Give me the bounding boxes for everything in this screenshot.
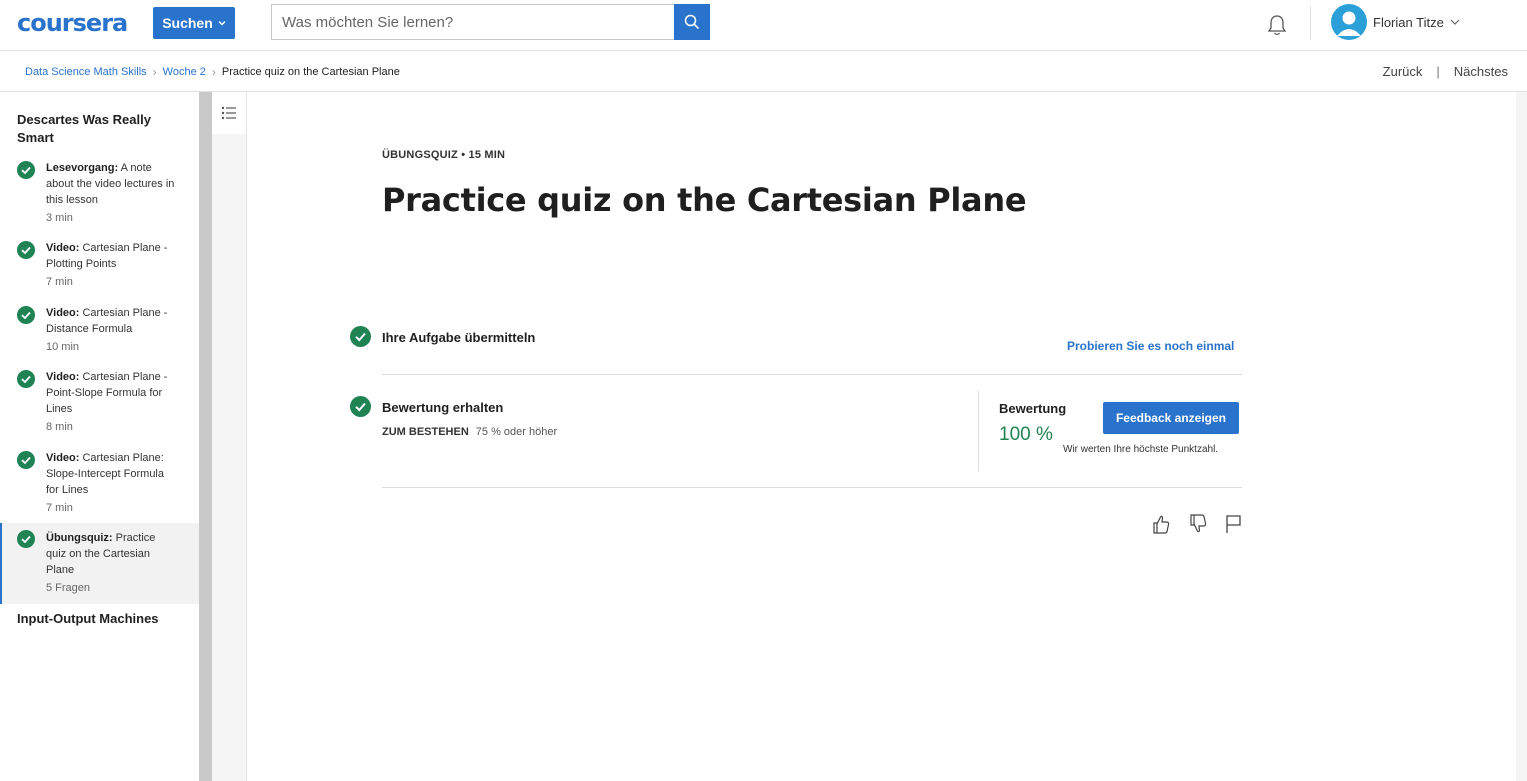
sidebar-item-text: Video: Cartesian Plane: Slope-Intercept …	[46, 450, 176, 516]
item-duration: 7 min	[46, 276, 73, 288]
item-duration: 10 min	[46, 341, 80, 353]
page-title: Practice quiz on the Cartesian Plane	[382, 181, 1027, 219]
user-menu[interactable]: Florian Titze	[1331, 4, 1460, 40]
sidebar-item[interactable]: Lesevorgang: A note about the video lect…	[0, 160, 199, 224]
divider	[382, 374, 1242, 375]
completed-check-icon	[17, 306, 35, 324]
pass-value: 75 % oder höher	[475, 426, 558, 438]
sidebar-item-text: Video: Cartesian Plane - Plotting Points…	[46, 240, 176, 290]
lesson-sidebar: Descartes Was Really Smart Lesevorgang: …	[0, 92, 199, 781]
list-icon	[221, 106, 236, 120]
item-duration: 3 min	[46, 212, 73, 224]
browse-button-label: Suchen	[162, 15, 213, 31]
flag-icon[interactable]	[1224, 513, 1244, 535]
sidebar-item[interactable]: Video: Cartesian Plane: Slope-Intercept …	[0, 450, 199, 514]
search-submit-button[interactable]	[674, 4, 710, 40]
completed-check-icon	[350, 396, 371, 417]
top-header: coursera Suchen Florian Titze	[0, 0, 1527, 51]
breadcrumb: Data Science Math Skills › Woche 2 › Pra…	[25, 65, 400, 79]
pass-label: ZUM BESTEHEN	[382, 426, 469, 438]
chevron-down-icon	[1450, 19, 1460, 25]
previous-item-link[interactable]: Zurück	[1383, 64, 1423, 79]
sidebar-item[interactable]: Video: Cartesian Plane - Distance Formul…	[0, 305, 199, 353]
divider	[382, 487, 1242, 488]
item-type: Lesevorgang:	[46, 162, 119, 174]
breadcrumb-course-link[interactable]: Data Science Math Skills	[25, 66, 147, 78]
chevron-right-icon: ›	[152, 65, 157, 79]
toggle-outline-button[interactable]	[212, 92, 246, 134]
item-type: Übungsquiz:	[46, 532, 113, 544]
notification-bell-icon[interactable]	[1264, 12, 1290, 38]
passing-requirement: ZUM BESTEHEN 75 % oder höher	[382, 426, 557, 438]
item-navigation: Zurück | Nächstes	[1383, 64, 1508, 79]
right-scroll-track	[1516, 92, 1527, 781]
submit-step-title: Ihre Aufgabe übermitteln	[382, 330, 536, 345]
coursera-logo[interactable]: coursera	[17, 9, 128, 37]
sidebar-resize-handle[interactable]	[199, 92, 212, 781]
next-lesson-title[interactable]: Input-Output Machines	[17, 610, 187, 628]
sidebar-item[interactable]: Video: Cartesian Plane - Point-Slope For…	[0, 369, 199, 433]
item-type: Video:	[46, 307, 80, 319]
item-type: Video:	[46, 371, 80, 383]
breadcrumb-current: Practice quiz on the Cartesian Plane	[221, 66, 400, 78]
user-name: Florian Titze	[1373, 14, 1444, 30]
header-divider	[1310, 6, 1311, 40]
grade-step-title: Bewertung erhalten	[382, 400, 504, 415]
grade-label: Bewertung	[999, 401, 1067, 416]
browse-dropdown-button[interactable]: Suchen	[153, 7, 235, 39]
sidebar-item-text: Video: Cartesian Plane - Distance Formul…	[46, 305, 176, 355]
item-duration: 7 min	[46, 502, 73, 514]
sidebar-item-text: Lesevorgang: A note about the video lect…	[46, 160, 176, 226]
item-eyebrow: ÜBUNGSQUIZ • 15 MIN	[382, 149, 506, 161]
thumbs-up-icon[interactable]	[1151, 513, 1171, 535]
search-input[interactable]	[271, 4, 674, 40]
avatar	[1331, 4, 1367, 40]
completed-check-icon	[350, 326, 371, 347]
sidebar-item-text: Video: Cartesian Plane - Point-Slope For…	[46, 369, 176, 435]
user-icon	[1337, 11, 1361, 36]
sidebar-item-text: Übungsquiz: Practice quiz on the Cartesi…	[46, 530, 176, 596]
next-item-link[interactable]: Nächstes	[1454, 64, 1508, 79]
search-icon	[684, 14, 700, 30]
completed-check-icon	[17, 370, 35, 388]
toolstrip	[212, 92, 247, 781]
item-type: Video:	[46, 242, 80, 254]
item-type: Video:	[46, 452, 80, 464]
item-duration: 5 Fragen	[46, 582, 91, 594]
retry-link[interactable]: Probieren Sie es noch einmal	[1067, 339, 1234, 353]
breadcrumb-week-link[interactable]: Woche 2	[163, 66, 206, 78]
grade-note: Wir werten Ihre höchste Punktzahl.	[1063, 444, 1219, 455]
view-feedback-button[interactable]: Feedback anzeigen	[1103, 402, 1239, 434]
sidebar-item[interactable]: Video: Cartesian Plane - Plotting Points…	[0, 240, 199, 288]
completed-check-icon	[17, 451, 35, 469]
grade-value: 100 %	[999, 424, 1053, 445]
lesson-title[interactable]: Descartes Was Really Smart	[17, 111, 187, 147]
sidebar-item-active[interactable]: Übungsquiz: Practice quiz on the Cartesi…	[0, 523, 199, 604]
completed-check-icon	[17, 241, 35, 259]
thumbs-down-icon[interactable]	[1188, 513, 1208, 535]
nav-separator: |	[1436, 64, 1440, 79]
grade-divider	[978, 391, 979, 471]
completed-check-icon	[17, 530, 35, 548]
chevron-right-icon: ›	[211, 65, 216, 79]
completed-check-icon	[17, 161, 35, 179]
breadcrumb-bar: Data Science Math Skills › Woche 2 › Pra…	[0, 51, 1527, 92]
item-duration: 8 min	[46, 421, 73, 433]
chevron-down-icon	[218, 21, 226, 26]
